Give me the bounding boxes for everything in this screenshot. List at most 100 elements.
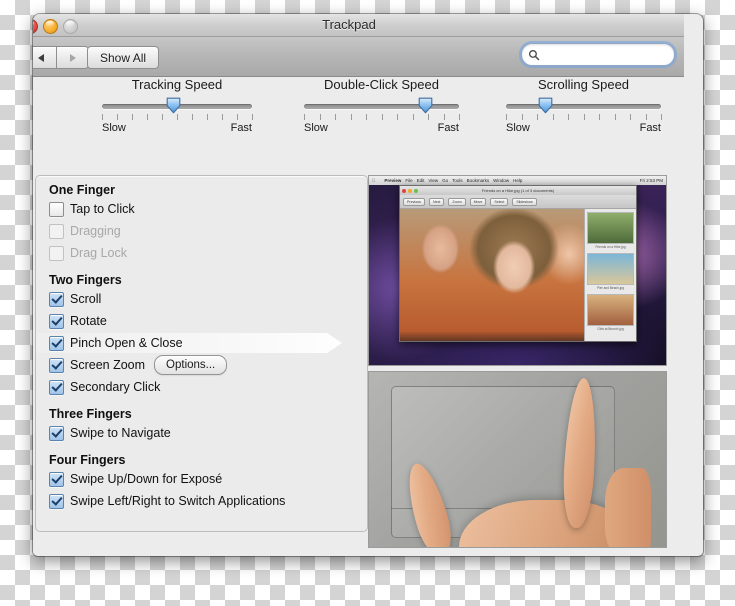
back-button[interactable] — [33, 46, 56, 69]
thumbnail-item: Girls at Brunch.jpg — [587, 294, 634, 331]
slider-ticks — [506, 114, 662, 121]
checkbox-swipe-left-right-to-switch-applications[interactable] — [49, 493, 64, 509]
slider-thumb[interactable] — [418, 97, 433, 114]
slider-title: Tracking Speed — [131, 77, 223, 92]
option-label: Pinch Open & Close — [70, 336, 183, 350]
checkbox-secondary-click[interactable] — [49, 379, 64, 395]
menubar-item: Window — [489, 178, 509, 183]
option-row[interactable]: Tap to Click — [36, 198, 367, 220]
slider-min-label: Slow — [506, 122, 530, 134]
option-row[interactable]: Screen Zoom Options... — [36, 354, 367, 376]
option-label: Dragging — [70, 224, 121, 238]
option-label: Swipe Up/Down for Exposé — [70, 472, 223, 486]
menubar-item: Edit — [413, 178, 425, 183]
option-label: Rotate — [70, 314, 107, 328]
slider-control[interactable] — [304, 97, 459, 114]
trackpad-preferences-window: Trackpad Show All Tracking Speed Slow Fast… — [33, 14, 703, 556]
menubar-item: Preview — [381, 178, 401, 183]
screen-zoom-options-button[interactable]: Options... — [154, 355, 228, 375]
slider-thumb[interactable] — [166, 97, 181, 114]
slider-tracking-speed: Tracking Speed Slow Fast — [102, 77, 253, 134]
option-row: Dragging — [36, 220, 367, 242]
slider-ticks — [102, 114, 253, 121]
slider-min-label: Slow — [304, 122, 328, 134]
slider-min-label: Slow — [102, 122, 126, 134]
slider-control[interactable] — [506, 97, 661, 114]
slider-track[interactable] — [506, 104, 661, 109]
chevron-left-icon — [37, 53, 44, 62]
option-row[interactable]: Swipe to Navigate — [36, 422, 367, 444]
slider-track[interactable] — [304, 104, 459, 109]
option-label: Scroll — [70, 292, 102, 306]
show-all-button[interactable]: Show All — [87, 46, 160, 69]
option-row[interactable]: Swipe Up/Down for Exposé — [36, 468, 367, 490]
slider-ticks — [304, 114, 460, 121]
checkbox-dragging — [49, 223, 64, 239]
group-heading: Three Fingers — [49, 407, 132, 421]
checkbox-screen-zoom[interactable] — [49, 357, 64, 373]
inner-window-titlebar: Friends on a Hike.jpg (1 of 3 documents) — [400, 186, 636, 195]
inner-preview-window: Friends on a Hike.jpg (1 of 3 documents)… — [399, 185, 637, 342]
slider-double-click-speed: Double-Click Speed Slow Fast — [304, 77, 460, 134]
menubar-item: Tools — [448, 178, 463, 183]
slider-labels: Slow Fast — [304, 122, 459, 134]
search-input[interactable] — [540, 46, 703, 63]
option-label: Tap to Click — [70, 202, 135, 216]
inner-zoom-button — [414, 188, 418, 193]
inner-window-title: Friends on a Hike.jpg (1 of 3 documents) — [481, 188, 555, 193]
inner-photo-image — [400, 209, 584, 341]
checkbox-rotate[interactable] — [49, 313, 64, 329]
trackpad-device-image — [369, 372, 666, 547]
thumbnail-image — [587, 294, 634, 326]
checkbox-swipe-to-navigate[interactable] — [49, 425, 64, 441]
trackpad-hand-photo — [368, 371, 667, 548]
chevron-right-icon — [69, 53, 76, 62]
window-toolbar: Show All — [33, 37, 703, 77]
slider-control[interactable] — [102, 97, 252, 114]
preview-column:  PreviewFileEditViewGoToolsBookmarksWin… — [368, 175, 667, 548]
option-row[interactable]: Rotate — [36, 310, 367, 332]
option-row[interactable]: Pinch Open & Close — [36, 332, 367, 354]
inner-toolbar-button: Next — [428, 197, 445, 206]
inner-minimize-button — [408, 188, 412, 193]
option-row[interactable]: Scroll — [36, 288, 367, 310]
slider-thumb[interactable] — [538, 97, 553, 114]
option-label: Swipe to Navigate — [70, 426, 171, 440]
group-heading: Two Fingers — [49, 273, 122, 287]
inner-window-toolbar: Previous Next Zoom Move Select Slideshow — [400, 195, 636, 209]
slider-title: Scrolling Speed — [537, 77, 630, 92]
checkbox-scroll[interactable] — [49, 291, 64, 307]
thumbnail-image — [587, 253, 634, 285]
navigation-button-group — [33, 46, 89, 69]
checkbox-tap-to-click[interactable] — [49, 201, 64, 217]
inner-toolbar-button: Select — [490, 197, 509, 206]
show-all-label: Show All — [100, 50, 147, 65]
option-row[interactable]: Secondary Click — [36, 376, 367, 398]
option-row[interactable]: Swipe Left/Right to Switch Applications — [36, 490, 367, 512]
search-icon — [528, 49, 540, 60]
thumbnail-caption: Girls at Brunch.jpg — [597, 327, 624, 331]
checkbox-swipe-up-down-for-expos[interactable] — [49, 471, 64, 487]
slider-labels: Slow Fast — [102, 122, 252, 134]
inner-thumbnail-sidebar: Friends on a Hike.jpg Pier and Beach.jpg G… — [584, 209, 636, 341]
preview-menubar:  PreviewFileEditViewGoToolsBookmarksWin… — [369, 176, 666, 185]
apple-menu-icon:  — [372, 178, 375, 183]
gesture-demo-video:  PreviewFileEditViewGoToolsBookmarksWin… — [368, 175, 667, 366]
menubar-clock: Fri 2:53 PM — [639, 178, 663, 183]
slider-max-label: Fast — [437, 122, 459, 134]
speed-sliders-section: Tracking Speed Slow Fast Double-Click Speed… — [33, 77, 684, 157]
group-heading: One Finger — [49, 183, 115, 197]
search-field[interactable] — [521, 43, 703, 66]
checkbox-pinch-open-close[interactable] — [49, 335, 64, 351]
gesture-options-panel: One Finger Tap to Click Dragging Drag Lock T… — [35, 175, 368, 532]
option-row: Drag Lock — [36, 242, 367, 264]
thumbnail-image — [587, 212, 634, 244]
slider-max-label: Fast — [230, 122, 252, 134]
inner-toolbar-button: Move — [469, 197, 487, 206]
hand-side — [605, 468, 651, 547]
inner-close-button — [402, 188, 406, 193]
forward-button[interactable] — [56, 46, 89, 69]
slider-labels: Slow Fast — [506, 122, 661, 134]
preferences-body: Tracking Speed Slow Fast Double-Click Speed… — [33, 77, 684, 556]
option-label: Swipe Left/Right to Switch Applications — [70, 494, 286, 508]
